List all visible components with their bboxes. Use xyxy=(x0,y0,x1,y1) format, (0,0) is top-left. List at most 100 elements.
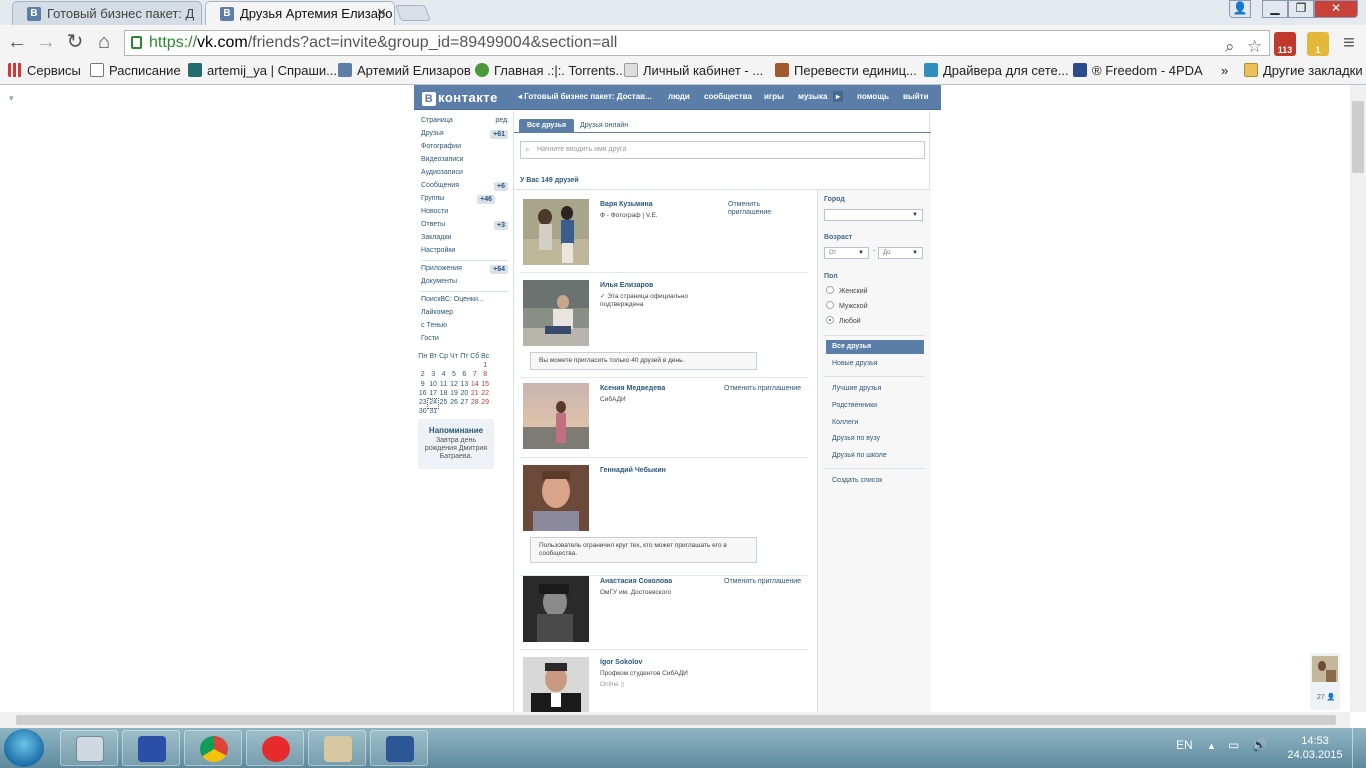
cancel-invite-link[interactable]: Отменить приглашение xyxy=(728,201,788,217)
menu-item-friends[interactable]: Друзья +61 xyxy=(421,130,508,139)
app-link-likemeter[interactable]: Лайкомер xyxy=(421,309,453,316)
taskbar-paint[interactable] xyxy=(308,730,366,766)
friend-name[interactable]: Ксения Медведева xyxy=(600,385,665,392)
vertical-scrollbar[interactable] xyxy=(1350,85,1366,712)
friend-name[interactable]: Анастасия Соколова xyxy=(600,578,672,585)
calendar-day[interactable]: 1 xyxy=(480,362,490,371)
calendar-day[interactable]: 28 xyxy=(470,399,480,408)
scroll-thumb[interactable] xyxy=(1352,101,1364,173)
friend-search-input[interactable]: ⌕ Начните вводить имя друга xyxy=(520,141,925,159)
tab-business-package[interactable]: B Готовый бизнес пакет: Д xyxy=(12,1,202,25)
list-colleagues[interactable]: Коллеги xyxy=(826,416,924,430)
menu-item-news[interactable]: Новости xyxy=(421,208,448,215)
calendar-day[interactable]: 12 xyxy=(449,381,459,390)
calendar-day[interactable]: 15 xyxy=(480,381,490,390)
list-all-friends[interactable]: Все друзья xyxy=(826,340,924,354)
tab-close-icon[interactable]: ✕ xyxy=(376,5,387,21)
avatar[interactable] xyxy=(523,465,589,531)
header-link-people[interactable]: люди xyxy=(668,92,690,101)
home-icon[interactable]: ⌂ xyxy=(92,31,116,55)
calendar-day[interactable]: 26 xyxy=(449,399,459,408)
calendar-day-today[interactable]: 24 xyxy=(427,397,439,410)
menu-item-audio[interactable]: Аудиозаписи xyxy=(421,169,463,176)
show-desktop-button[interactable] xyxy=(1352,728,1366,768)
create-list-link[interactable]: Создать список xyxy=(826,474,924,488)
avatar[interactable] xyxy=(523,199,589,265)
tray-expand-icon[interactable]: ▲ xyxy=(1207,741,1216,751)
calendar-day[interactable]: 9 xyxy=(418,381,428,390)
new-tab-button[interactable] xyxy=(395,5,431,21)
app-link-shadow[interactable]: с Тенью xyxy=(421,322,447,329)
close-window-button[interactable]: ✕ xyxy=(1314,0,1358,18)
volume-icon[interactable]: 🔊 xyxy=(1252,738,1267,752)
bookmarks-overflow-chevron[interactable]: » xyxy=(1221,62,1228,82)
cancel-invite-link[interactable]: Отменить приглашение xyxy=(724,578,801,586)
city-select[interactable]: ▼ xyxy=(824,209,923,221)
calendar-day[interactable]: 22 xyxy=(480,390,490,399)
network-icon[interactable]: ▭ xyxy=(1228,738,1239,752)
calendar-day[interactable]: 8 xyxy=(480,371,490,380)
star-icon[interactable]: ☆ xyxy=(1247,35,1262,59)
vk-logo[interactable]: Bконтакте xyxy=(422,90,498,106)
horizontal-scrollbar[interactable] xyxy=(0,712,1350,728)
calendar-day[interactable]: 2 xyxy=(418,371,428,380)
age-to-select[interactable]: До ▼ xyxy=(878,247,923,259)
calendar-day[interactable]: 23 xyxy=(418,399,428,408)
header-link-communities[interactable]: сообщества xyxy=(704,92,752,101)
list-school-friends[interactable]: Друзья по школе xyxy=(826,449,924,463)
friend-name[interactable]: Геннадий Чебыкин xyxy=(600,467,666,474)
header-next-arrow-icon[interactable]: ▸ xyxy=(833,91,844,102)
list-relatives[interactable]: Родственники xyxy=(826,399,924,413)
avatar[interactable] xyxy=(523,280,589,346)
bookmark-other[interactable]: Другие закладки xyxy=(1244,62,1363,82)
scroll-thumb[interactable] xyxy=(16,715,1336,725)
reload-icon[interactable]: ↻ xyxy=(63,31,87,55)
extension-notes-icon[interactable]: 1 xyxy=(1307,32,1329,56)
menu-item-videos[interactable]: Видеозаписи xyxy=(421,156,464,163)
collapse-arrow-icon[interactable]: ▾ xyxy=(9,93,14,104)
friend-name[interactable]: Igor Sokolov xyxy=(600,659,642,666)
bookmark-drivers[interactable]: Драйвера для сете... xyxy=(924,62,1069,82)
menu-item-groups[interactable]: Группы +46 xyxy=(421,195,495,204)
bookmark-torrents[interactable]: Главная .:|:. Torrents... xyxy=(475,62,626,82)
list-new-friends[interactable]: Новые друзья xyxy=(826,357,924,371)
bookmark-cabinet[interactable]: Личный кабинет - ... xyxy=(624,62,763,82)
language-indicator[interactable]: EN xyxy=(1176,738,1193,752)
maximize-button[interactable]: ❐ xyxy=(1288,0,1314,18)
age-from-select[interactable]: От ▼ xyxy=(824,247,869,259)
avatar[interactable] xyxy=(523,383,589,449)
menu-item-photos[interactable]: Фотографии xyxy=(421,143,461,150)
search-icon[interactable]: ⌕ xyxy=(1225,35,1235,59)
start-button[interactable] xyxy=(4,729,44,767)
avatar[interactable] xyxy=(523,657,589,712)
calendar-day[interactable]: 18 xyxy=(439,390,449,399)
mini-chat-widget[interactable]: 27 👤 xyxy=(1310,653,1340,710)
calendar-day[interactable]: 29 xyxy=(480,399,490,408)
menu-item-bookmarks[interactable]: Закладки xyxy=(421,234,451,241)
app-link-guests[interactable]: Гости xyxy=(421,335,439,342)
calendar-day[interactable]: 31 xyxy=(428,408,438,417)
taskbar-calculator[interactable] xyxy=(60,730,118,766)
app-link-search[interactable]: ПоискВС: Оценки... xyxy=(421,296,484,303)
menu-icon[interactable]: ≡ xyxy=(1337,32,1361,56)
menu-item-answers[interactable]: Ответы +3 xyxy=(421,221,508,230)
menu-item-page[interactable]: Страница ред. xyxy=(421,117,509,124)
calendar-day[interactable]: 13 xyxy=(460,381,470,390)
list-best-friends[interactable]: Лучшие друзья xyxy=(826,382,924,396)
calendar-day[interactable]: 6 xyxy=(460,371,470,380)
calendar-day[interactable]: 16 xyxy=(418,390,428,399)
avatar[interactable] xyxy=(523,576,589,642)
header-link-logout[interactable]: выйти xyxy=(903,92,929,101)
radio-female[interactable]: Женский xyxy=(826,286,868,295)
calendar-day[interactable]: 21 xyxy=(470,390,480,399)
bookmark-services[interactable]: Сервисы xyxy=(8,62,81,82)
menu-item-documents[interactable]: Документы xyxy=(421,278,457,285)
bookmark-convert[interactable]: Перевести единиц... xyxy=(775,62,917,82)
menu-item-messages[interactable]: Сообщения +6 xyxy=(421,182,508,191)
taskbar-notepad[interactable] xyxy=(122,730,180,766)
forward-arrow-icon[interactable]: → xyxy=(34,31,58,55)
system-clock[interactable]: 14:53 24.03.2015 xyxy=(1284,734,1346,762)
calendar-day[interactable]: 3 xyxy=(428,371,438,380)
minimize-button[interactable]: ▁ xyxy=(1262,0,1288,18)
tab-all-friends[interactable]: Все друзья xyxy=(519,119,575,133)
